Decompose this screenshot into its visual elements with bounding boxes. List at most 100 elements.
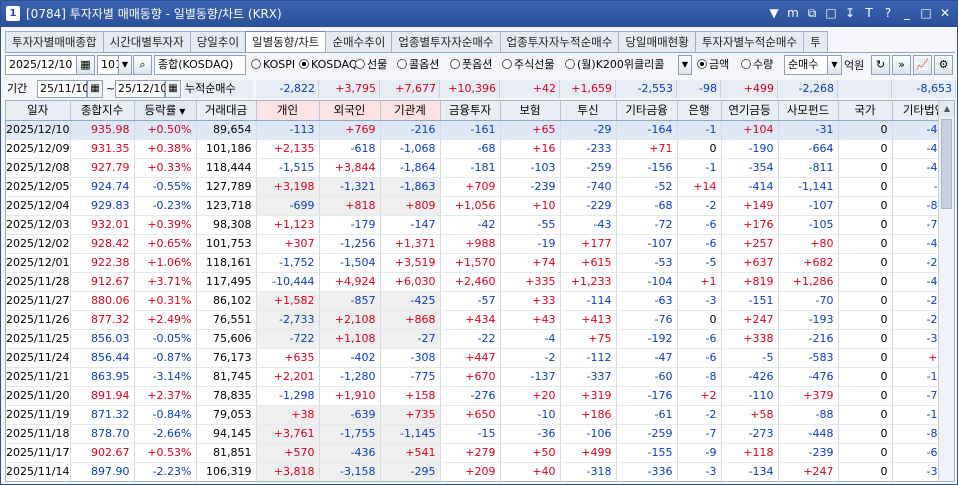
- table-row[interactable]: 2025/12/01 922.38 +1.06% 118,161 -1,752 -1,50…: [6, 253, 954, 273]
- tab-9[interactable]: 투: [803, 31, 828, 52]
- table-row[interactable]: 2025/11/21 863.95 -3.14% 81,745 +2,201 -1,280…: [6, 367, 954, 387]
- radio-kosdaq[interactable]: KOSDAQ: [299, 57, 358, 73]
- table-cell: -155: [616, 443, 678, 463]
- radio-kospi[interactable]: KOSPI: [251, 57, 295, 73]
- tab-5[interactable]: 업종별투자자순매수: [391, 31, 501, 52]
- table-cell: +2: [677, 386, 722, 406]
- table-cell: -10,444: [256, 272, 320, 292]
- column-header[interactable]: 거래대금: [196, 101, 257, 121]
- column-header[interactable]: 기타금융: [616, 101, 678, 121]
- table-cell: +709: [440, 177, 501, 197]
- tab-3[interactable]: 일별동향/차트: [245, 31, 327, 52]
- calendar-icon[interactable]: ▦: [76, 55, 95, 75]
- memo-icon[interactable]: m: [785, 5, 801, 21]
- column-header[interactable]: 은행: [677, 101, 722, 121]
- table-cell: 2025/12/02: [6, 234, 71, 254]
- period-from-input[interactable]: 25/11/10: [37, 80, 89, 98]
- table-row[interactable]: 2025/11/24 856.44 -0.87% 76,173 +635 -402 -308…: [6, 348, 954, 368]
- period-to-input[interactable]: 25/12/10: [115, 80, 167, 98]
- period-from-calendar-icon[interactable]: ▦: [87, 80, 103, 98]
- table-row[interactable]: 2025/11/14 897.90 -2.23% 106,319 +3,818 -3,15…: [6, 462, 954, 481]
- radio-futures[interactable]: 선물: [355, 57, 387, 73]
- table-cell: -22: [440, 329, 501, 349]
- tab-8[interactable]: 투자자별누적순매수: [694, 31, 805, 52]
- table-cell: -239: [778, 443, 839, 463]
- link-window-icon[interactable]: ⧉: [804, 5, 820, 21]
- date-input[interactable]: 2025/12/10: [5, 55, 77, 75]
- table-row[interactable]: 2025/11/25 856.03 -0.05% 75,606 -722 +1,108 -2…: [6, 329, 954, 349]
- table-row[interactable]: 2025/12/09 931.35 +0.38% 101,186 +2,135 -618-…: [6, 139, 954, 159]
- table-row[interactable]: 2025/11/28 912.67 +3.71% 117,495 -10,444 +4,9…: [6, 272, 954, 292]
- table-cell: -5: [721, 348, 779, 368]
- pin-icon[interactable]: ↧: [842, 5, 858, 21]
- sort-dropdown-icon[interactable]: ▼: [827, 55, 842, 75]
- maximize-icon[interactable]: □: [918, 5, 934, 21]
- tab-1[interactable]: 시간대별투자자: [102, 31, 191, 52]
- table-row[interactable]: 2025/12/08 927.79 +0.33% 118,444 -1,515 +3,84…: [6, 158, 954, 178]
- refresh-icon[interactable]: ↻: [871, 55, 890, 75]
- table-row[interactable]: 2025/12/04 929.83 -0.23% 123,718 -699 +818 +80…: [6, 196, 954, 216]
- column-header[interactable]: 투신: [560, 101, 617, 121]
- table-row[interactable]: 2025/11/19 871.32 -0.84% 79,053 +38 -639 +735 +…: [6, 405, 954, 425]
- vertical-scrollbar[interactable]: ▲: [938, 101, 954, 481]
- code-dropdown-icon[interactable]: ▼: [118, 55, 132, 75]
- table-cell: +637: [721, 253, 779, 273]
- column-header[interactable]: 일자: [6, 101, 71, 121]
- radio-quantity[interactable]: 수량: [741, 57, 773, 73]
- table-cell: -76: [616, 310, 678, 330]
- column-header[interactable]: 사모펀드: [778, 101, 839, 121]
- table-row[interactable]: 2025/11/20 891.94 +2.37% 78,835 -1,298 +1,910…: [6, 386, 954, 406]
- restore-icon[interactable]: □: [823, 5, 839, 21]
- column-header-label: 기관계: [394, 103, 426, 118]
- tab-6[interactable]: 업종투자자누적순매수: [499, 31, 620, 52]
- table-row[interactable]: 2025/11/27 880.06 +0.31% 86,102 +1,582 -857 -4…: [6, 291, 954, 311]
- table-row[interactable]: 2025/12/03 932.01 +0.39% 98,308 +1,123 -179 -1…: [6, 215, 954, 235]
- minimize-icon[interactable]: _: [899, 5, 915, 21]
- tab-0[interactable]: 투자자별매매종합: [5, 31, 104, 52]
- column-header[interactable]: 기관계: [380, 101, 441, 121]
- table-cell: 106,319: [196, 462, 257, 481]
- close-icon[interactable]: ✕: [937, 5, 953, 21]
- search-icon[interactable]: ⌕: [133, 55, 152, 75]
- settings-icon[interactable]: ⚙: [934, 55, 953, 75]
- radio-call-option[interactable]: 콜옵션: [397, 57, 439, 73]
- table-row[interactable]: 2025/11/18 878.70 -2.66% 94,145 +3,761 -1,755…: [6, 424, 954, 444]
- table-cell: +76: [500, 481, 560, 482]
- column-header[interactable]: 금융투자: [440, 101, 501, 121]
- radio-k200-weekly-call[interactable]: (월)K200위클리콜: [565, 57, 664, 73]
- column-header[interactable]: 종합지수: [70, 101, 135, 121]
- column-header[interactable]: 등락률 ▼: [134, 101, 197, 121]
- table-row[interactable]: 2025/12/05 924.74 -0.55% 127,789 +3,198 -1,32…: [6, 177, 954, 197]
- radio-put-option[interactable]: 풋옵션: [450, 57, 492, 73]
- table-cell: +2,460: [440, 272, 501, 292]
- tab-2[interactable]: 당일추이: [189, 31, 247, 52]
- scroll-up-icon[interactable]: ▲: [939, 101, 954, 117]
- chart-icon[interactable]: 📈: [913, 55, 932, 75]
- next-icon[interactable]: »: [892, 55, 911, 75]
- radio-amount[interactable]: 금액: [697, 57, 729, 73]
- column-header[interactable]: 보험: [500, 101, 561, 121]
- table-cell: +499: [560, 443, 617, 463]
- table-row[interactable]: 2025/11/17 902.67 +0.53% 81,851 +570 -436 +541…: [6, 443, 954, 463]
- table-cell: +769: [319, 120, 381, 140]
- column-header[interactable]: 국가: [838, 101, 893, 121]
- dropdown-icon[interactable]: ▼: [766, 5, 782, 21]
- column-header[interactable]: 외국인: [319, 101, 381, 121]
- scroll-thumb[interactable]: [941, 119, 952, 209]
- tab-4[interactable]: 순매수추이: [325, 31, 393, 52]
- table-cell: +319: [560, 386, 617, 406]
- table-row[interactable]: 2025/11/26 877.32 +2.49% 76,551 -2,733 +2,108…: [6, 310, 954, 330]
- help-icon[interactable]: ?: [880, 5, 896, 21]
- period-to-calendar-icon[interactable]: ▦: [165, 80, 181, 98]
- tab-7[interactable]: 당일매매현황: [618, 31, 696, 52]
- table-cell: +40: [500, 462, 561, 481]
- column-header[interactable]: 연기금등: [721, 101, 779, 121]
- table-row[interactable]: 2025/11/13918.37+1.31%96,366+358-796+938…: [6, 481, 955, 482]
- table-cell: -476: [778, 367, 839, 387]
- option-dropdown-icon[interactable]: ▼: [678, 55, 692, 75]
- font-size-icon[interactable]: T: [861, 5, 877, 21]
- column-header[interactable]: 개인: [256, 101, 320, 121]
- table-row[interactable]: 2025/12/02 928.42 +0.65% 101,753 +307 -1,256 +…: [6, 234, 954, 254]
- table-row[interactable]: 2025/12/10 935.98 +0.50% 89,654 -113 +769 -216…: [6, 120, 954, 140]
- radio-stock-futures[interactable]: 주식선물: [502, 57, 554, 73]
